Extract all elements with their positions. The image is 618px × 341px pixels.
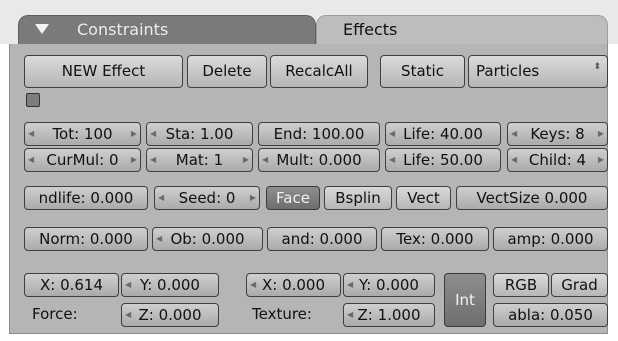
texture-x-field[interactable]: ◀ X: 0.000 bbox=[246, 273, 341, 297]
vect-toggle[interactable]: Vect bbox=[396, 186, 451, 210]
decrement-arrow-icon[interactable]: ◀ bbox=[347, 304, 353, 326]
force-x-field[interactable]: X: 0.614 bbox=[24, 273, 119, 297]
keys-field[interactable]: ◀ Keys: 8 ▶ bbox=[507, 122, 608, 146]
force-y-field[interactable]: ◀ Y: 0.000 bbox=[121, 273, 219, 297]
randlife-field[interactable]: ndlife: 0.000 bbox=[24, 186, 148, 210]
decrement-arrow-icon[interactable]: ◀ bbox=[150, 123, 156, 145]
tex-value: Tex: 0.000 bbox=[396, 230, 474, 248]
texture-label: Texture: bbox=[252, 305, 312, 323]
force-x-value: X: 0.614 bbox=[39, 276, 104, 294]
increment-arrow-icon[interactable]: ▶ bbox=[131, 123, 137, 145]
int-toggle[interactable]: Int bbox=[444, 273, 486, 327]
life-field[interactable]: ◀ Life: 40.00 bbox=[385, 122, 501, 146]
decrement-arrow-icon[interactable]: ◀ bbox=[511, 123, 517, 145]
tab-constraints[interactable]: Constraints bbox=[18, 15, 316, 44]
seed-value: Seed: 0 bbox=[178, 189, 236, 207]
effects-panel: Constraints Effects NEW Effect Delete Re… bbox=[0, 0, 618, 341]
child-field[interactable]: ◀ Child: 4 ▶ bbox=[507, 148, 608, 172]
new-effect-button[interactable]: NEW Effect bbox=[24, 55, 183, 88]
force-z-value: Z: 0.000 bbox=[138, 306, 202, 324]
keys-value: Keys: 8 bbox=[530, 125, 585, 143]
decrement-arrow-icon[interactable]: ◀ bbox=[150, 149, 156, 171]
panel-header: Constraints Effects bbox=[0, 0, 618, 44]
life2-value: Life: 50.00 bbox=[403, 151, 483, 169]
decrement-arrow-icon[interactable]: ◀ bbox=[389, 149, 395, 171]
decrement-arrow-icon[interactable]: ◀ bbox=[125, 304, 131, 326]
increment-arrow-icon[interactable]: ▶ bbox=[243, 149, 249, 171]
child-value: Child: 4 bbox=[528, 151, 587, 169]
particles-select[interactable]: Particles ⬍ bbox=[468, 55, 608, 88]
end-field[interactable]: End: 100.00 bbox=[258, 122, 380, 146]
collapse-triangle-icon[interactable] bbox=[35, 24, 49, 34]
decrement-arrow-icon[interactable]: ◀ bbox=[511, 149, 517, 171]
tab-effects-label: Effects bbox=[343, 20, 398, 39]
vectsize-value: VectSize 0.000 bbox=[476, 189, 588, 207]
sta-value: Sta: 1.00 bbox=[165, 125, 234, 143]
randlife-value: ndlife: 0.000 bbox=[38, 189, 134, 207]
tab-effects[interactable]: Effects bbox=[316, 15, 608, 44]
texture-y-value: Y: 0.000 bbox=[359, 276, 419, 294]
select-arrows-icon: ⬍ bbox=[593, 62, 601, 72]
sta-field[interactable]: ◀ Sta: 1.00 bbox=[146, 122, 253, 146]
recalc-all-button[interactable]: RecalcAll bbox=[270, 55, 368, 88]
decrement-arrow-icon[interactable]: ◀ bbox=[347, 274, 353, 296]
tex-field[interactable]: Tex: 0.000 bbox=[381, 227, 489, 251]
decrement-arrow-icon[interactable]: ◀ bbox=[28, 123, 34, 145]
grad-toggle[interactable]: Grad bbox=[551, 273, 608, 297]
decrement-arrow-icon[interactable]: ◀ bbox=[156, 228, 162, 250]
mult-value: Mult: 0.000 bbox=[276, 151, 362, 169]
norm-field[interactable]: Norm: 0.000 bbox=[24, 227, 148, 251]
texture-x-value: X: 0.000 bbox=[261, 276, 326, 294]
norm-value: Norm: 0.000 bbox=[39, 230, 133, 248]
curmul-value: CurMul: 0 bbox=[46, 151, 119, 169]
rand-value: and: 0.000 bbox=[281, 230, 363, 248]
decrement-arrow-icon[interactable]: ◀ bbox=[250, 274, 256, 296]
texture-z-value: Z: 1.000 bbox=[357, 306, 421, 324]
rand-field[interactable]: and: 0.000 bbox=[267, 227, 377, 251]
texture-z-field[interactable]: ◀ Z: 1.000 bbox=[343, 303, 435, 327]
mat-value: Mat: 1 bbox=[175, 151, 224, 169]
nabla-value: abla: 0.050 bbox=[508, 306, 593, 324]
tot-value: Tot: 100 bbox=[52, 125, 113, 143]
force-y-value: Y: 0.000 bbox=[140, 276, 200, 294]
texture-y-field[interactable]: ◀ Y: 0.000 bbox=[343, 273, 435, 297]
vectsize-field[interactable]: VectSize 0.000 bbox=[456, 186, 608, 210]
life2-field[interactable]: ◀ Life: 50.00 bbox=[385, 148, 501, 172]
face-toggle[interactable]: Face bbox=[266, 186, 320, 210]
increment-arrow-icon[interactable]: ▶ bbox=[598, 149, 604, 171]
increment-arrow-icon[interactable]: ▶ bbox=[131, 149, 137, 171]
decrement-arrow-icon[interactable]: ◀ bbox=[389, 123, 395, 145]
bsplin-toggle[interactable]: Bsplin bbox=[324, 186, 392, 210]
force-label: Force: bbox=[32, 305, 78, 323]
decrement-arrow-icon[interactable]: ◀ bbox=[125, 274, 131, 296]
damp-field[interactable]: amp: 0.000 bbox=[493, 227, 608, 251]
decrement-arrow-icon[interactable]: ◀ bbox=[28, 149, 34, 171]
curmul-field[interactable]: ◀ CurMul: 0 ▶ bbox=[24, 148, 141, 172]
end-value: End: 100.00 bbox=[273, 125, 365, 143]
increment-arrow-icon[interactable]: ▶ bbox=[250, 187, 256, 209]
decrement-arrow-icon[interactable]: ◀ bbox=[158, 187, 164, 209]
ob-value: Ob: 0.000 bbox=[170, 230, 245, 248]
damp-value: amp: 0.000 bbox=[507, 230, 594, 248]
force-z-field[interactable]: ◀ Z: 0.000 bbox=[121, 303, 219, 327]
mult-field[interactable]: ◀ Mult: 0.000 bbox=[258, 148, 380, 172]
nabla-field[interactable]: abla: 0.050 bbox=[493, 303, 608, 327]
life-value: Life: 40.00 bbox=[403, 125, 483, 143]
increment-arrow-icon[interactable]: ▶ bbox=[598, 123, 604, 145]
ob-field[interactable]: ◀ Ob: 0.000 bbox=[152, 227, 263, 251]
tab-constraints-label: Constraints bbox=[77, 20, 169, 39]
delete-button[interactable]: Delete bbox=[187, 55, 267, 88]
mat-field[interactable]: ◀ Mat: 1 ▶ bbox=[146, 148, 253, 172]
tot-field[interactable]: ◀ Tot: 100 ▶ bbox=[24, 122, 141, 146]
particles-select-value: Particles bbox=[476, 62, 540, 80]
static-button[interactable]: Static bbox=[380, 55, 465, 88]
small-toggle[interactable] bbox=[26, 93, 40, 107]
rgb-toggle[interactable]: RGB bbox=[493, 273, 549, 297]
decrement-arrow-icon[interactable]: ◀ bbox=[262, 149, 268, 171]
seed-field[interactable]: ◀ Seed: 0 ▶ bbox=[154, 186, 260, 210]
